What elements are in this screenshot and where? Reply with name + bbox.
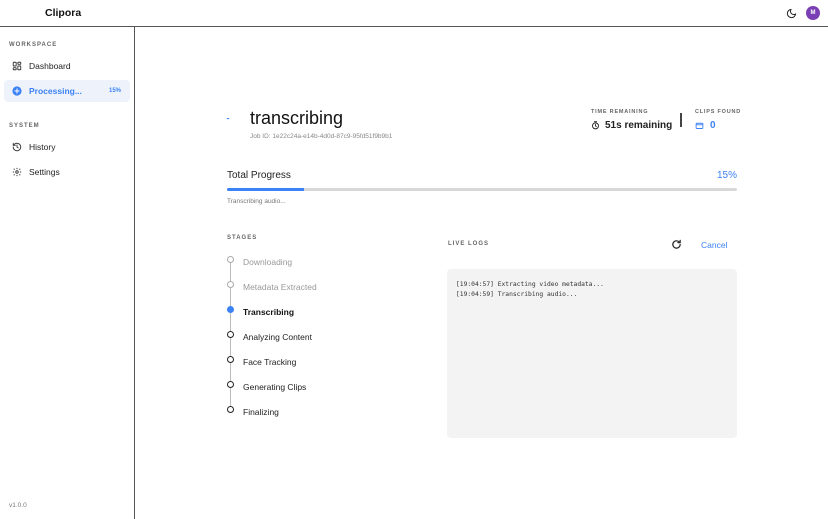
- stage-name: Finalizing: [243, 407, 279, 417]
- system-section-label: SYSTEM: [9, 123, 40, 129]
- stage-status-dot: [227, 306, 234, 313]
- clip-folder-icon: [695, 121, 704, 130]
- user-avatar[interactable]: M: [806, 6, 820, 20]
- clips-found-value: 0: [710, 120, 716, 131]
- dashboard-grid-icon: [11, 61, 22, 72]
- stage-name: Analyzing Content: [243, 332, 312, 342]
- sidebar-item-label: Processing...: [29, 86, 82, 96]
- sidebar-item-dashboard[interactable]: Dashboard: [4, 55, 130, 77]
- stage-status-dot: [227, 356, 234, 363]
- processing-icon: [11, 86, 22, 97]
- main-content: transcribing Job ID: 1e22c24a-e14b-4d0d-…: [136, 27, 828, 519]
- progress-status-text: Transcribing audio...: [227, 198, 286, 205]
- stage-status-dot: [227, 281, 234, 288]
- stage-name: Face Tracking: [243, 357, 297, 367]
- history-clock-icon: [11, 142, 22, 153]
- app-logo[interactable]: Clipora: [45, 7, 81, 19]
- refresh-button[interactable]: [670, 238, 682, 250]
- time-remaining: 51s remaining: [591, 120, 672, 131]
- clips-found-label: CLIPS FOUND: [695, 109, 742, 115]
- live-logs-panel: [19:04:57] Extracting video metadata... …: [447, 269, 737, 438]
- sidebar-item-label: Settings: [29, 167, 60, 177]
- cancel-button[interactable]: Cancel: [701, 240, 727, 250]
- stats-divider: [680, 113, 682, 127]
- app-version: v1.0.0: [9, 502, 27, 509]
- live-logs-label: LIVE LOGS: [448, 241, 490, 247]
- sidebar-item-label: History: [29, 142, 56, 152]
- sidebar-item-history[interactable]: History: [4, 136, 130, 158]
- processing-percent-badge: 15%: [108, 88, 121, 94]
- stage-status-dot: [227, 406, 234, 413]
- refresh-icon: [671, 239, 681, 249]
- log-line: [19:04:57] Extracting video metadata...: [456, 281, 604, 288]
- stages-section-label: STAGES: [227, 235, 258, 241]
- clips-found: 0: [695, 120, 716, 131]
- stage-name: Generating Clips: [243, 382, 307, 392]
- stage-name: Transcribing: [243, 307, 295, 317]
- moon-icon: [786, 8, 797, 19]
- job-status-title: transcribing: [250, 108, 344, 128]
- timer-icon: [591, 121, 600, 130]
- stage-status-dot: [227, 381, 234, 388]
- sidebar-item-processing[interactable]: Processing... 15%: [4, 80, 130, 102]
- stage-status-dot: [227, 331, 234, 338]
- total-progress-label: Total Progress: [227, 170, 291, 181]
- progress-bar: [227, 188, 737, 191]
- log-line: [19:04:59] Transcribing audio...: [456, 291, 578, 298]
- sidebar-item-settings[interactable]: Settings: [4, 161, 130, 183]
- gear-icon: [11, 167, 22, 178]
- sidebar-item-label: Dashboard: [29, 61, 71, 71]
- job-id: Job ID: 1e22c24a-e14b-4d0d-87c9-95fd51f9…: [250, 133, 393, 140]
- stage-status-dot: [227, 256, 234, 263]
- workspace-section-label: WORKSPACE: [9, 42, 58, 48]
- sidebar: WORKSPACE Dashboard Processing... 15% SY…: [0, 27, 135, 519]
- time-remaining-value: 51s remaining: [605, 120, 673, 131]
- top-bar: Clipora M: [0, 0, 828, 27]
- stage-name: Downloading: [243, 257, 293, 267]
- loading-spinner-icon: [226, 118, 230, 122]
- total-progress-percent: 15%: [716, 170, 737, 181]
- progress-bar-fill: [227, 188, 304, 191]
- stage-name: Metadata Extracted: [243, 282, 317, 292]
- time-remaining-label: TIME REMAINING: [591, 109, 649, 115]
- theme-toggle-button[interactable]: [784, 6, 799, 21]
